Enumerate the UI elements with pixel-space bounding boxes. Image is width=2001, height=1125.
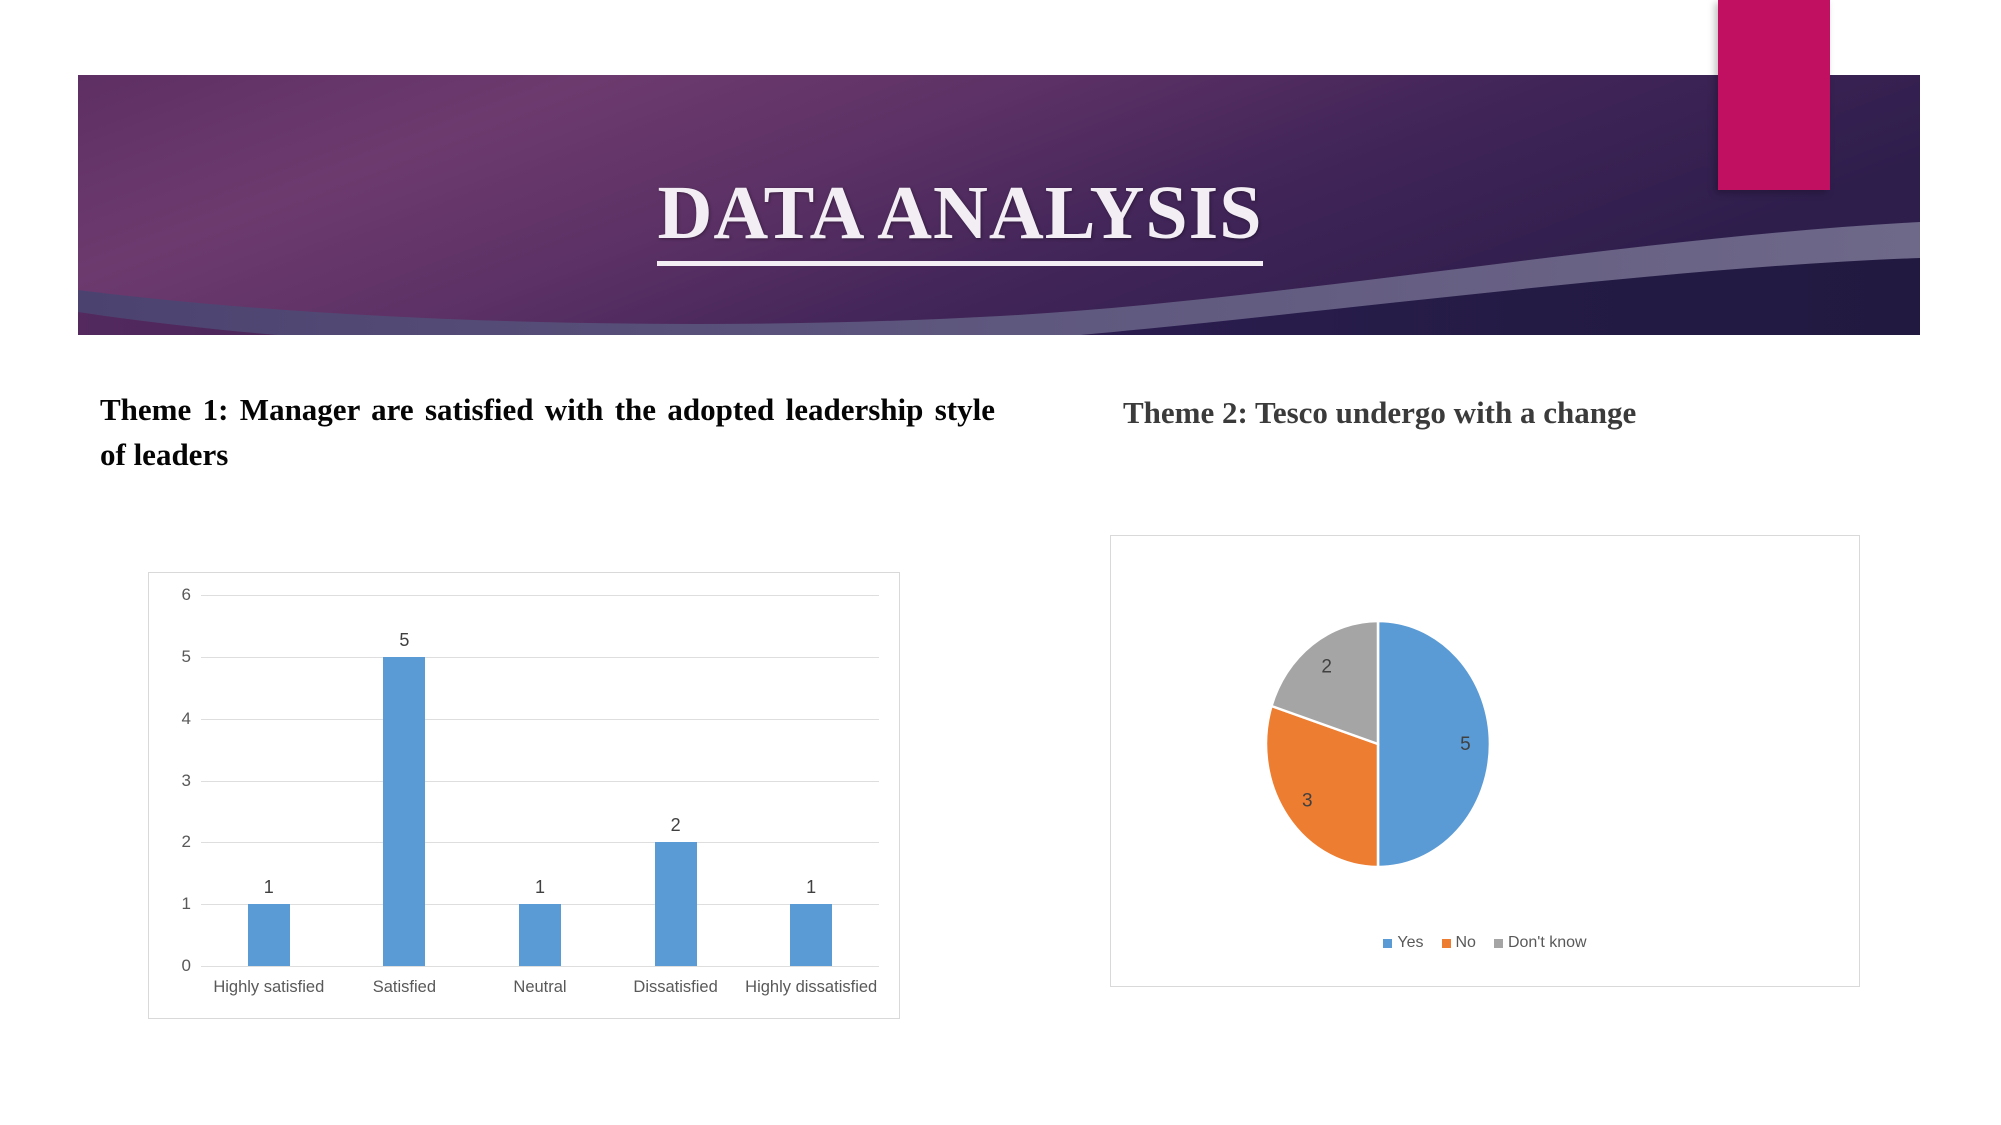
- bar-chart-y-tick: 1: [181, 894, 191, 914]
- pie-legend-swatch: [1493, 938, 1503, 948]
- bar-chart-y-tick: 3: [181, 770, 191, 790]
- bar-chart-gridline: [201, 780, 879, 782]
- bar-chart-panel[interactable]: 0 1 2 3 4 5 6 1 Highly satisfied 5 Satisfied 1 Neutr…: [148, 572, 900, 1019]
- bar-chart-y-tick: 5: [181, 646, 191, 666]
- bar-chart-category-label: Highly satisfied: [213, 978, 325, 996]
- bar-chart-y-tick: 6: [181, 585, 191, 604]
- bar-chart-y-tick: 2: [181, 832, 191, 852]
- bar-chart-bar[interactable]: [519, 904, 561, 966]
- pie-legend-swatch: [1441, 938, 1451, 948]
- pie-chart-legend: Yes No Don't know: [1111, 934, 1859, 952]
- pie-legend-item[interactable]: Don't know: [1493, 934, 1587, 952]
- bar-chart-value-label: 1: [806, 877, 817, 898]
- bar-chart-value-label: 1: [263, 877, 274, 898]
- theme-2-heading: Theme 2: Tesco undergo with a change: [1123, 395, 1637, 430]
- bar-chart-gridline: [201, 966, 879, 967]
- bar-chart-gridline: [201, 842, 879, 844]
- bar-chart-category-label: Highly dissatisfied: [745, 978, 878, 996]
- pie-value-label: 5: [1460, 734, 1471, 755]
- bar-chart-gridline: [201, 718, 879, 720]
- bar-chart-bar[interactable]: [790, 904, 833, 966]
- bar-chart-value-label: 2: [670, 815, 681, 836]
- slide-banner: DATA ANALYSIS: [0, 0, 2001, 400]
- page-title-text: DATA ANALYSIS: [657, 171, 1263, 266]
- pie-value-label: 3: [1302, 790, 1313, 811]
- theme-1-heading: Theme 1: Manager are satisfied with the …: [100, 392, 995, 472]
- bar-chart-y-tick: 4: [181, 708, 191, 728]
- bar-chart-gridline: [201, 656, 879, 658]
- pie-value-label: 2: [1321, 656, 1332, 677]
- bar-chart-category-label: Neutral: [513, 978, 567, 996]
- bar-chart-bar[interactable]: [383, 656, 426, 966]
- pie-legend-item[interactable]: Yes: [1383, 934, 1424, 952]
- pie-legend-item[interactable]: No: [1441, 934, 1476, 952]
- pie-chart-panel[interactable]: 5 3 2 Yes No Don't know: [1110, 535, 1860, 987]
- bar-chart-category-label: Dissatisfied: [633, 978, 718, 996]
- bar-chart-value-label: 5: [399, 629, 410, 650]
- page-title: DATA ANALYSIS: [0, 170, 1920, 266]
- bar-chart-gridline: [201, 595, 879, 596]
- bar-chart-y-tick: 0: [181, 956, 191, 975]
- pie-legend-swatch: [1383, 938, 1393, 948]
- bar-chart: 0 1 2 3 4 5 6 1 Highly satisfied 5 Satisfied 1 Neutr…: [149, 573, 899, 1018]
- pink-accent-tab: [1718, 0, 1830, 190]
- pie-slice[interactable]: [1376, 619, 1492, 869]
- pie-chart: 5 3 2: [1264, 619, 1492, 869]
- bar-chart-bar[interactable]: [654, 842, 697, 966]
- pie-legend-label: Don't know: [1507, 934, 1587, 951]
- bar-chart-value-label: 1: [534, 877, 546, 898]
- pie-legend-label: Yes: [1397, 934, 1424, 951]
- bar-chart-bar[interactable]: [247, 904, 290, 966]
- bar-chart-category-label: Satisfied: [372, 978, 437, 996]
- pie-legend-label: No: [1455, 934, 1476, 951]
